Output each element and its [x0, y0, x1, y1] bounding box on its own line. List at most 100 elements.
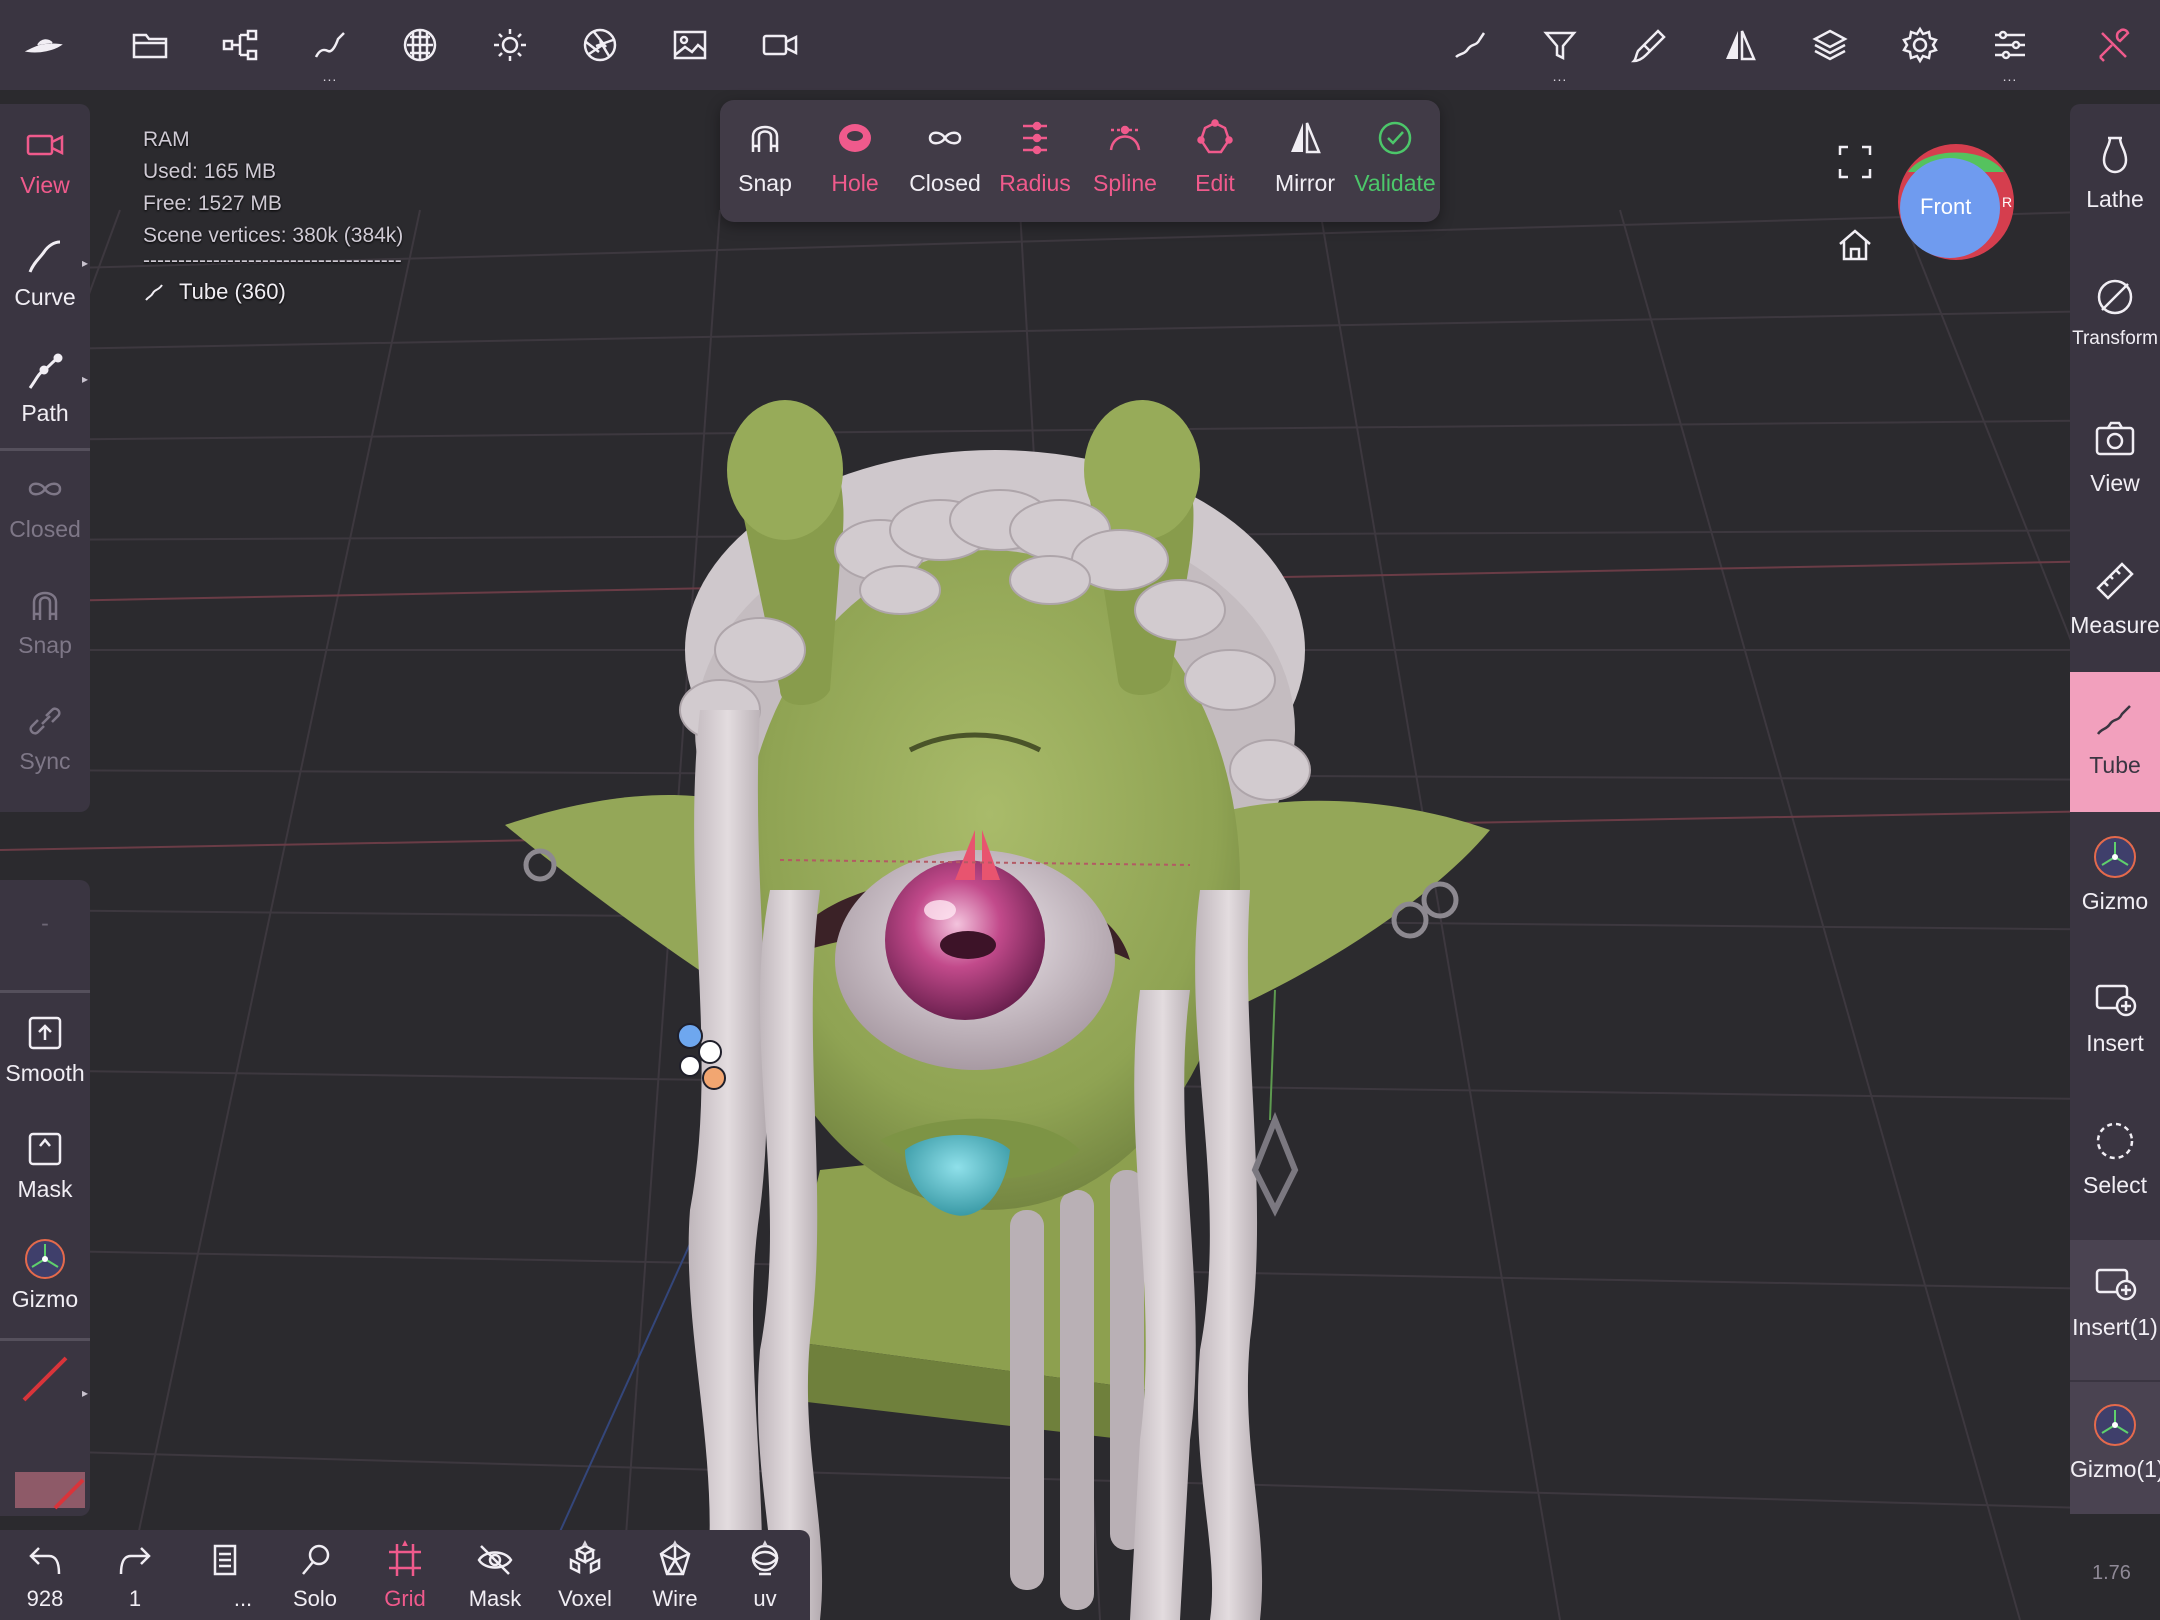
select-icon — [2096, 1122, 2134, 1160]
curve-icon — [28, 240, 61, 273]
paint-brush-icon[interactable] — [1620, 15, 1680, 75]
measure-button[interactable]: Measure — [2070, 558, 2160, 639]
mask-label: Mask — [17, 1176, 73, 1202]
scene-render[interactable] — [0, 90, 2160, 1620]
notes-icon — [213, 1544, 237, 1576]
view-camera-button[interactable]: View — [2070, 416, 2160, 497]
left-tool-panel: View Curve ▸ Path ▸ Closed Snap Sync — [0, 104, 90, 812]
material-sphere-icon[interactable] — [390, 15, 450, 75]
closed-toggle[interactable]: Closed — [0, 466, 90, 543]
wire-label: Wire — [652, 1586, 698, 1611]
mask-icon — [28, 1132, 62, 1166]
transform-label: Transform — [2072, 328, 2158, 349]
insert-1-button[interactable]: Insert(1) — [2070, 1240, 2160, 1380]
notes-button[interactable]: ... — [180, 1540, 270, 1612]
scene-graph-icon[interactable] — [210, 15, 270, 75]
layers-icon[interactable] — [1800, 15, 1860, 75]
color-swatch-button[interactable]: ▸ — [0, 1356, 90, 1402]
closed-option-button[interactable]: Closed — [900, 118, 990, 197]
view-button[interactable]: View — [0, 122, 90, 199]
lathe-button[interactable]: Lathe — [2070, 132, 2160, 213]
gizmo-tool-button[interactable]: Gizmo — [2070, 834, 2160, 915]
zoom-level: 1.76 — [2092, 1562, 2131, 1584]
mirror-option-button[interactable]: Mirror — [1260, 118, 1350, 197]
fullscreen-icon[interactable] — [1836, 143, 1874, 181]
gizmo-1-label: Gizmo(1) — [2070, 1456, 2160, 1482]
mask-visibility-button[interactable]: Mask — [450, 1540, 540, 1612]
view-camera-label: View — [2090, 470, 2140, 496]
path-label: Path — [21, 400, 69, 426]
grid-label: Grid — [384, 1586, 426, 1611]
validate-option-button[interactable]: Validate — [1350, 118, 1440, 197]
sync-toggle[interactable]: Sync — [0, 698, 90, 775]
scene-info-overlay: RAM Used: 165 MB Free: 1527 MB Scene ver… — [143, 124, 423, 308]
hole-option-label: Hole — [831, 170, 879, 196]
folder-icon[interactable] — [120, 15, 180, 75]
insert-button[interactable]: Insert — [2070, 976, 2160, 1057]
gizmo-button[interactable]: Gizmo — [0, 1236, 90, 1313]
video-camera-icon[interactable] — [750, 15, 810, 75]
snap-option-button[interactable]: Snap — [720, 118, 810, 197]
select-button[interactable]: Select — [2070, 1118, 2160, 1199]
aperture-icon[interactable] — [570, 15, 630, 75]
caret-up-icon: ▲ — [760, 1538, 770, 1549]
transform-button[interactable]: Transform — [2070, 274, 2160, 350]
voxel-label: Voxel — [558, 1586, 612, 1611]
light-sun-icon[interactable] — [480, 15, 540, 75]
path-button[interactable]: Path ▸ — [0, 350, 90, 427]
spline-option-button[interactable]: Spline — [1080, 118, 1170, 197]
smooth-label: Smooth — [5, 1060, 85, 1086]
transform-icon — [2097, 279, 2133, 315]
radius-option-button[interactable]: Radius — [990, 118, 1080, 197]
ram-used: Used: 165 MB — [143, 160, 277, 183]
radius-option-label: Radius — [999, 170, 1071, 196]
mask-visibility-label: Mask — [468, 1586, 522, 1611]
curve-button[interactable]: Curve ▸ — [0, 234, 90, 311]
image-icon[interactable] — [660, 15, 720, 75]
view-cube[interactable]: Front R — [1896, 142, 2016, 262]
hole-option-button[interactable]: Hole — [810, 118, 900, 197]
undo-icon — [29, 1547, 61, 1575]
active-object-row[interactable]: Tube (360) — [143, 276, 423, 308]
redo-button[interactable]: 1 — [90, 1540, 180, 1612]
undo-button[interactable]: 928 — [0, 1540, 90, 1612]
closed-label: Closed — [9, 516, 81, 542]
tube-object-icon — [145, 284, 163, 301]
filter-icon[interactable]: ... — [1530, 15, 1590, 83]
divider — [0, 448, 90, 451]
bottom-toolbar: 928 1 ... Solo ▲ Grid Mask ▲ Voxel ▲ Wir… — [0, 1530, 810, 1620]
gizmo-1-button[interactable]: Gizmo(1) — [2070, 1382, 2160, 1514]
mask-button[interactable]: Mask — [0, 1126, 90, 1203]
edit-option-button[interactable]: Edit — [1170, 118, 1260, 197]
logo-icon[interactable] — [14, 15, 74, 75]
solo-button[interactable]: Solo — [270, 1540, 360, 1612]
mirror-icon[interactable] — [1710, 15, 1770, 75]
right-tool-panel: Lathe Transform View Measure Tube Gizmo … — [2070, 104, 2160, 1514]
gizmo-icon — [2094, 836, 2136, 878]
snap-toggle[interactable]: Snap — [0, 582, 90, 659]
grid-button[interactable]: ▲ Grid — [360, 1538, 450, 1612]
wire-button[interactable]: ▲ Wire — [630, 1538, 720, 1612]
tube-tool-button[interactable]: Tube — [2070, 672, 2160, 812]
sliders-icon[interactable]: ... — [1980, 15, 2040, 83]
stroke-icon[interactable] — [1440, 15, 1500, 75]
voxel-button[interactable]: ▲ Voxel — [540, 1538, 630, 1612]
smooth-button[interactable]: Smooth — [0, 1010, 90, 1087]
tools-icon[interactable] — [2084, 15, 2144, 75]
camera-icon — [2095, 421, 2135, 456]
slider-placeholder[interactable]: - — [0, 906, 90, 937]
path-icon — [28, 353, 63, 389]
settings-gear-icon[interactable] — [1890, 15, 1950, 75]
measure-label: Measure — [2070, 612, 2160, 638]
ruler-icon — [2096, 562, 2134, 600]
insert-label: Insert — [2086, 1030, 2144, 1056]
3d-viewport[interactable] — [0, 90, 2160, 1620]
closed-option-label: Closed — [909, 170, 981, 196]
home-icon[interactable] — [1836, 226, 1874, 264]
lathe-label: Lathe — [2086, 186, 2144, 212]
view-cube-side-label: R — [2002, 194, 2013, 210]
uv-button[interactable]: ▲ uv — [720, 1538, 810, 1612]
insert-1-label: Insert(1) — [2072, 1314, 2158, 1340]
material-swatch-button[interactable] — [0, 1470, 90, 1510]
curve-stroke-icon[interactable]: ... — [300, 15, 360, 83]
